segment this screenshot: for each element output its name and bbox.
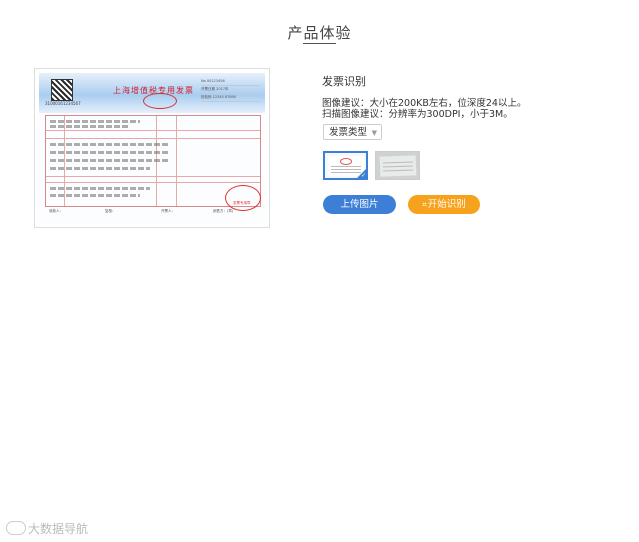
qr-code-icon bbox=[51, 79, 73, 101]
invoice-footer-item: 开票人： bbox=[161, 209, 175, 213]
invoice-footer-item: 销售方：(章) bbox=[213, 209, 234, 213]
invoice-image: 31000161234567 上海增值税专用发票 No 00123456 开票日… bbox=[39, 73, 265, 223]
invoice-meta: No 00123456 开票日期 2017年 校验码 12345 67890 bbox=[201, 79, 261, 103]
invoice-meta-line: 校验码 12345 67890 bbox=[201, 95, 261, 102]
sample-thumbnail-2[interactable] bbox=[375, 151, 420, 180]
invoice-seal-oval bbox=[143, 93, 177, 109]
watermark-logo-icon bbox=[6, 521, 26, 535]
invoice-preview: 31000161234567 上海增值税专用发票 No 00123456 开票日… bbox=[34, 68, 270, 228]
start-recognition-label: 开始识别 bbox=[427, 199, 466, 210]
invoice-type-select-value: 发票类型 bbox=[329, 127, 368, 138]
invoice-stamp-text: 发票专用章 bbox=[233, 201, 251, 205]
invoice-footer-item: 复核： bbox=[105, 209, 116, 213]
scan-tip: 扫描图像建议：分辨率为300DPI，小于3M。 bbox=[322, 109, 513, 120]
invoice-stamp: 发票专用章 bbox=[225, 185, 261, 211]
watermark: 大数据导航 bbox=[6, 520, 88, 537]
watermark-text: 大数据导航 bbox=[28, 522, 89, 536]
title-underline bbox=[303, 43, 336, 44]
invoice-type-select[interactable]: 发票类型 ▼ bbox=[323, 124, 382, 140]
invoice-thumbnail-image bbox=[379, 155, 417, 177]
section-title: 产品体验 bbox=[287, 24, 352, 42]
invoice-footer: 收款人： 复核： 开票人： 销售方：(章) bbox=[45, 209, 259, 217]
sample-thumbnail-1[interactable]: ✓ bbox=[323, 151, 368, 180]
invoice-footer-item: 收款人： bbox=[49, 209, 63, 213]
upload-image-button[interactable]: 上传图片 bbox=[323, 195, 396, 214]
invoice-meta-line: No 00123456 bbox=[201, 79, 261, 86]
invoice-code: 31000161234567 bbox=[45, 101, 81, 106]
start-recognition-button[interactable]: ⌗开始识别 bbox=[408, 195, 480, 214]
chevron-down-icon: ▼ bbox=[371, 129, 377, 137]
invoice-meta-line: 开票日期 2017年 bbox=[201, 87, 261, 94]
scan-icon: ⌗ bbox=[422, 200, 427, 209]
check-icon: ✓ bbox=[360, 172, 366, 179]
panel-title: 发票识别 bbox=[322, 75, 366, 88]
